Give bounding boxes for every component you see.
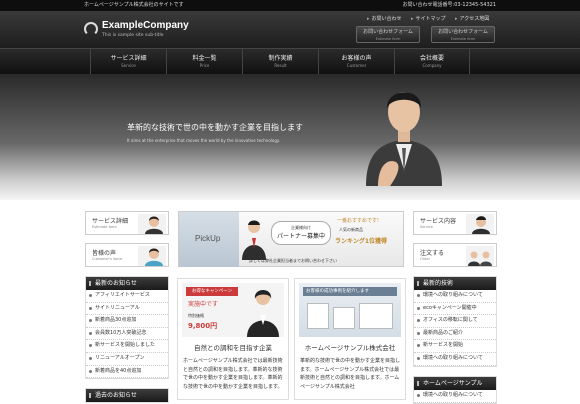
tech-item[interactable]: オフィスの移転に関して xyxy=(414,315,496,328)
nav-item-service[interactable]: サービス詳細 Service xyxy=(90,49,166,75)
pickup-man-photo xyxy=(242,220,266,260)
team-photo xyxy=(466,246,494,266)
mail-icon: ▸ xyxy=(367,16,370,22)
logo[interactable]: ExampleCompany This is sample site sub-t… xyxy=(84,20,194,42)
hero-subtext: It aims at the enterprise that moves the… xyxy=(127,138,280,143)
news-item[interactable]: サイトリニューアル xyxy=(86,303,168,316)
sitemap-icon: ▸ xyxy=(411,16,414,22)
case-study-ribbon: お客様の成功事例を紹介します xyxy=(303,287,397,296)
news-item[interactable]: リニューアルオープン xyxy=(86,353,168,366)
latest-tech-title: 最新的技術 xyxy=(414,277,496,290)
news-item[interactable]: 新着商品を40点追加 xyxy=(86,366,168,379)
businessman-photo xyxy=(366,92,442,186)
contact-form-button-2[interactable]: お問い合わせフォーム Estimate form xyxy=(431,26,495,43)
map-icon: ▸ xyxy=(455,16,458,22)
news-item[interactable]: 会員数10万人突破記念 xyxy=(86,328,168,341)
pickup-banner[interactable]: PickUp 企業様向け パートナー募集中 一番おすすめです! 人気の新商品 ラ… xyxy=(178,211,404,267)
latest-news-panel: 最新のお知らせ アフィリエイトサービス サイトリニューアル 新着商品30点追加 … xyxy=(85,276,169,380)
util-link-contact[interactable]: ▸ お問い合わせ xyxy=(367,15,402,22)
campaign-card-title: 自然との調和を目指す企業 xyxy=(194,344,272,352)
document-icon xyxy=(307,303,329,329)
partner-bubble: 企業様向け パートナー募集中 xyxy=(271,221,331,245)
document-icon-2 xyxy=(333,307,355,329)
past-news-title: 過去のお知らせ xyxy=(86,389,168,402)
tagline: This is sample site sub-title xyxy=(102,33,164,38)
hp-item[interactable]: 環境への取り組みについて xyxy=(414,390,496,403)
site-description: ホームページサンプル株式会社のサイトです xyxy=(84,2,184,8)
tech-item[interactable]: 環境への取り組みについて xyxy=(414,353,496,366)
tech-item[interactable]: ecoキャンペーン開催中 xyxy=(414,303,496,316)
news-item[interactable]: 新サービスを開始しました xyxy=(86,340,168,353)
special-price-label: 特別価格 xyxy=(188,313,204,318)
case-study-card-title: ホームページサンプル株式会社 xyxy=(304,344,396,352)
hero-catchphrase: 革新的な技術で世の中を動かす企業を目指します xyxy=(127,123,303,132)
nav-item-customer[interactable]: お客様の声 Customer xyxy=(318,49,394,75)
top-bar: ホームページサンプル株式会社のサイトです お問い合わせ電話番号:03-12345… xyxy=(0,0,580,11)
tech-item[interactable]: 新サービスを開始 xyxy=(414,340,496,353)
recommend-text: 一番おすすめです! xyxy=(337,218,380,224)
nav-item-company[interactable]: 会社概要 Company xyxy=(394,49,470,75)
homepage-sample-title: ホームページサンプル xyxy=(414,377,496,390)
campaign-woman-photo xyxy=(247,290,279,337)
case-study-card[interactable]: お客様の成功事例を紹介します ホームページサンプル株式会社 革新的な技術で世の中… xyxy=(294,278,406,400)
order-button[interactable]: 注文する Order xyxy=(413,243,497,267)
nav-item-result[interactable]: 制作実績 Result xyxy=(242,49,318,75)
service-detail-button[interactable]: サービス詳細 Estimate form xyxy=(85,211,169,235)
past-news-panel: 過去のお知らせ xyxy=(85,388,169,403)
logo-mark-icon xyxy=(84,22,98,36)
campaign-ribbon: お得なキャンペーン xyxy=(186,287,238,296)
phone-number: お問い合わせ電話番号:03-12345-54321 xyxy=(402,2,496,8)
campaign-status: 実施中です xyxy=(188,301,219,308)
latest-tech-panel: 最新的技術 環境への取り組みについて ecoキャンペーン開催中 オフィスの移転に… xyxy=(413,276,497,367)
campaign-image: お得なキャンペーン 実施中です 特別価格 9,800円 xyxy=(182,283,284,337)
ranking-badge: ランキング1位獲得 xyxy=(335,238,387,245)
tech-item[interactable]: 最新商品のご紹介 xyxy=(414,328,496,341)
hero-banner: 革新的な技術で世の中を動かす企業を目指します It aims at the en… xyxy=(0,74,580,200)
campaign-card-text: ホームページサンプル株式会社では最新技術と自然との調和を目指します。革新的な技術… xyxy=(183,358,283,390)
woman-photo xyxy=(138,214,166,234)
company-name: ExampleCompany xyxy=(102,20,189,31)
document-icon-3 xyxy=(359,303,393,329)
price-value: 9,800円 xyxy=(188,322,218,330)
util-link-access[interactable]: ▸ アクセス地図 xyxy=(455,15,489,22)
news-item[interactable]: 新着商品30点追加 xyxy=(86,315,168,328)
news-item[interactable]: アフィリエイトサービス xyxy=(86,290,168,303)
nav-item-price[interactable]: 料金一覧 Price xyxy=(166,49,242,75)
homepage-sample-panel: ホームページサンプル 環境への取り組みについて xyxy=(413,376,497,404)
contact-form-button[interactable]: お問い合わせフォーム Estimate form xyxy=(356,26,420,43)
header: ExampleCompany This is sample site sub-t… xyxy=(0,11,580,48)
service-content-button[interactable]: サービス内容 Service xyxy=(413,211,497,235)
case-study-image: お客様の成功事例を紹介します xyxy=(299,283,401,337)
woman-phone-photo xyxy=(138,246,166,266)
global-nav: サービス詳細 Service 料金一覧 Price 制作実績 Result お客様の声… xyxy=(0,48,580,75)
customer-voice-button[interactable]: 皆様の声 Customer's Voice xyxy=(85,243,169,267)
tech-item[interactable]: 環境への取り組みについて xyxy=(414,290,496,303)
util-link-sitemap[interactable]: ▸ サイトマップ xyxy=(411,15,446,22)
man-photo xyxy=(466,214,494,234)
new-item-badge: 人気の新商品 xyxy=(339,227,363,232)
case-study-card-text: 革新的な技術で世の中を動かす企業を目指します。ホームページサンプル株式会社では最… xyxy=(300,358,401,390)
pickup-label: PickUp xyxy=(195,234,221,243)
latest-news-title: 最新のお知らせ xyxy=(86,277,168,290)
campaign-card[interactable]: お得なキャンペーン 実施中です 特別価格 9,800円 自然との調和を目指す企業… xyxy=(177,278,289,400)
pickup-footer-text: 詳しくは弊社企業担当者までお問い合わせ下さい xyxy=(249,258,337,263)
